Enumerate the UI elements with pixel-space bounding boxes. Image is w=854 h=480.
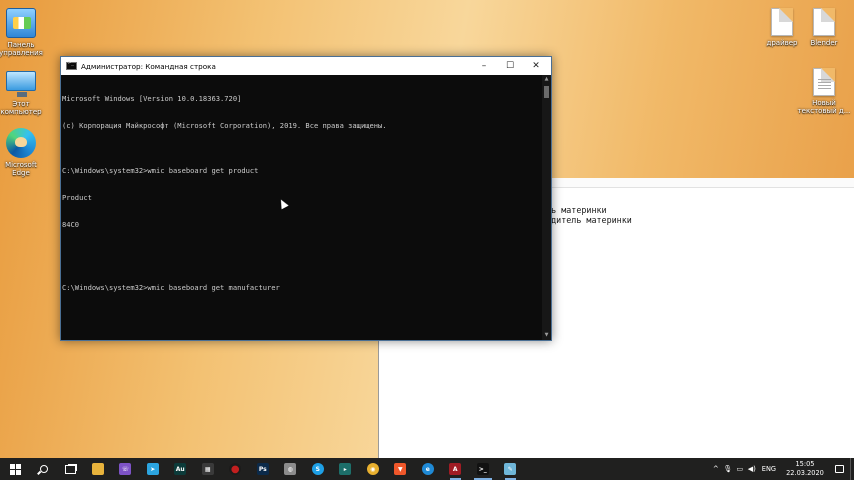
desktop-icon-edge[interactable]: Microsoft Edge: [0, 128, 51, 177]
network-icon[interactable]: ▭: [734, 458, 746, 480]
brave-icon: ▼: [394, 463, 407, 475]
cmd-window[interactable]: Администратор: Командная строка – ☐ ✕ Mi…: [60, 56, 552, 341]
film-icon: ▦: [201, 463, 214, 475]
desktop-icon-new-text-doc[interactable]: Новый текстовый д...: [794, 68, 854, 115]
taskbar-notepad-button[interactable]: ✎: [497, 458, 525, 480]
tray-chevron-icon[interactable]: ^: [710, 458, 722, 480]
desktop-icon-label: драйвер: [766, 39, 798, 47]
edge-icon: [6, 128, 36, 158]
desktop-icon-label: Этот компьютер: [0, 100, 42, 116]
taskbar-media-player-button[interactable]: ▸: [332, 458, 360, 480]
volume-icon[interactable]: ◀): [746, 458, 758, 480]
chrome-icon: ◉: [366, 463, 379, 475]
this-pc-icon: [6, 71, 36, 97]
taskbar-command-prompt-button[interactable]: >_: [469, 458, 497, 480]
taskbar-edge-button[interactable]: e: [414, 458, 442, 480]
task-view-icon: [65, 464, 76, 474]
edge-icon: e: [421, 463, 434, 475]
clock-date: 22.03.2020: [786, 469, 824, 477]
record-icon: ●: [229, 463, 242, 475]
file-icon: [813, 8, 835, 36]
scroll-thumb[interactable]: [544, 86, 549, 98]
taskbar-file-explorer-button[interactable]: [84, 458, 112, 480]
taskbar-telegram-button[interactable]: ➤: [139, 458, 167, 480]
desktop-icon-blender[interactable]: Blender: [794, 8, 854, 47]
language-indicator[interactable]: ENG: [758, 465, 782, 473]
desktop-icon-label: Панель управления: [0, 41, 43, 57]
search-icon: [39, 465, 48, 473]
console-line: C:\Windows\system32>wmic baseboard get m…: [62, 283, 280, 292]
scroll-down-arrow-icon[interactable]: ▼: [542, 331, 551, 340]
close-button[interactable]: ✕: [523, 57, 549, 75]
taskbar-chrome-button[interactable]: ◉: [359, 458, 387, 480]
scroll-up-arrow-icon[interactable]: ▲: [542, 75, 551, 84]
desktop-icon-label: Новый текстовый д...: [797, 99, 851, 115]
taskbar-brave-button[interactable]: ▼: [387, 458, 415, 480]
photoshop-icon: Ps: [256, 463, 269, 475]
clock-time: 15:05: [795, 460, 815, 468]
cmd-title: Администратор: Командная строка: [81, 61, 216, 71]
app-icon: A: [449, 463, 462, 475]
action-center-button[interactable]: [828, 465, 850, 473]
viber-icon: ☏: [119, 463, 132, 475]
audition-icon: Au: [174, 463, 187, 475]
console-line: Microsoft Windows [Version 10.0.18363.72…: [62, 94, 242, 103]
desktop-icon-this-pc[interactable]: Этот компьютер: [0, 67, 51, 116]
file-icon: [771, 8, 793, 36]
console-line: Product: [62, 193, 92, 202]
search-button[interactable]: [30, 458, 57, 480]
console-line: (c) Корпорация Майкрософт (Microsoft Cor…: [62, 121, 387, 130]
console-line: C:\Windows\system32>wmic baseboard get p…: [62, 166, 259, 175]
show-desktop-button[interactable]: [850, 458, 854, 480]
text-document-icon: [813, 68, 835, 96]
player-icon: ▸: [339, 463, 352, 475]
system-tray: ^ 🎙 ▭ ◀) ENG 15:05 22.03.2020: [710, 458, 854, 480]
maximize-button[interactable]: ☐: [497, 57, 523, 75]
minimize-button[interactable]: –: [471, 57, 497, 75]
control-panel-icon: [6, 8, 36, 38]
microphone-icon[interactable]: 🎙: [722, 458, 734, 480]
taskbar-video-editor-button[interactable]: ▦: [194, 458, 222, 480]
taskbar-recorder-button[interactable]: ●: [222, 458, 250, 480]
cmd-icon: [66, 60, 77, 70]
telegram-icon: ➤: [146, 463, 159, 475]
taskbar: ☏ ➤ Au ▦ ● Ps ◍ S ▸ ◉ ▼ e A >_ ✎ ^ 🎙 ▭ ◀) ENG 15:05 22…: [0, 458, 854, 480]
folder-icon: [91, 463, 104, 475]
taskbar-app-red-button[interactable]: A: [442, 458, 470, 480]
windows-logo-icon: [9, 463, 21, 475]
desktop-icon-control-panel[interactable]: Панель управления: [0, 8, 51, 57]
notepad-icon: ✎: [504, 463, 517, 475]
desktop-icon-label: Microsoft Edge: [5, 161, 37, 177]
taskbar-skype-button[interactable]: S: [304, 458, 332, 480]
console-output[interactable]: Microsoft Windows [Version 10.0.18363.72…: [61, 75, 542, 340]
clock[interactable]: 15:05 22.03.2020: [782, 460, 828, 478]
notification-icon: [834, 465, 844, 473]
taskbar-audition-button[interactable]: Au: [167, 458, 195, 480]
taskbar-apps: ☏ ➤ Au ▦ ● Ps ◍ S ▸ ◉ ▼ e A >_ ✎: [84, 458, 524, 480]
desktop-icon-label: Blender: [810, 39, 838, 47]
console-line: 84C0: [62, 220, 80, 229]
cmd-scrollbar[interactable]: ▲ ▼: [542, 75, 551, 340]
cmd-icon: >_: [476, 463, 489, 475]
taskbar-network-tool-button[interactable]: ◍: [277, 458, 305, 480]
cmd-titlebar[interactable]: Администратор: Командная строка – ☐ ✕: [61, 57, 551, 75]
skype-icon: S: [311, 463, 324, 475]
taskbar-photoshop-button[interactable]: Ps: [249, 458, 277, 480]
taskbar-viber-button[interactable]: ☏: [112, 458, 140, 480]
task-view-button[interactable]: [57, 458, 84, 480]
globe-icon: ◍: [284, 463, 297, 475]
start-button[interactable]: [0, 458, 30, 480]
